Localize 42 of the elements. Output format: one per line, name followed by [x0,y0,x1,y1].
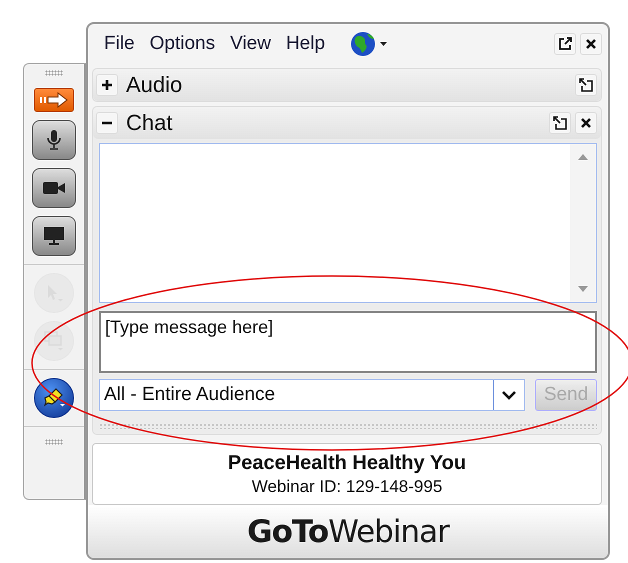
resize-grip[interactable] [99,423,597,429]
close-icon [585,38,597,50]
arrow-icon [39,92,69,108]
undock-icon [579,78,593,92]
webinar-title: PeaceHealth Healthy You [228,452,466,474]
scrollbar[interactable] [570,144,596,302]
menu-item[interactable]: Options [150,33,216,55]
undock-button[interactable] [549,112,571,134]
globe-icon[interactable] [350,31,388,57]
highlighter-button[interactable] [34,378,74,418]
menu-item[interactable]: Help [286,33,326,55]
message-field[interactable]: [Type message here] [99,311,597,373]
video-camera-icon [42,180,66,196]
collapse-button[interactable] [96,112,118,134]
microphone-button[interactable] [32,120,76,160]
close-button[interactable] [580,33,602,55]
grip-handle[interactable] [45,439,63,445]
undock-button[interactable] [575,74,597,96]
camera-button[interactable] [32,168,76,208]
logo-text: GoToWebinar [247,514,449,550]
pop-out-icon [558,37,572,51]
panel-title: Chat [126,110,172,136]
scroll-up-icon[interactable] [578,154,588,160]
expand-button[interactable] [96,74,118,96]
webinar-id: Webinar ID: 129-148-995 [252,476,442,496]
monitor-icon [43,226,65,246]
screens-icon [43,330,65,352]
highlighter-icon [42,387,66,409]
scroll-down-icon[interactable] [578,286,588,292]
undock-icon [553,116,567,130]
close-icon [580,117,592,129]
panel-title: Audio [126,72,182,98]
arrow-button[interactable] [34,88,74,112]
grip-handle[interactable] [45,70,63,76]
menu-item[interactable]: View [230,33,271,55]
menu-item[interactable]: File [104,33,135,55]
microphone-icon [46,129,62,151]
plus-icon [101,79,113,91]
recipient-dropdown[interactable]: All - Entire Audience [99,379,525,411]
close-button[interactable] [575,112,597,134]
pop-out-button[interactable] [554,33,576,55]
screen-button[interactable] [32,216,76,256]
